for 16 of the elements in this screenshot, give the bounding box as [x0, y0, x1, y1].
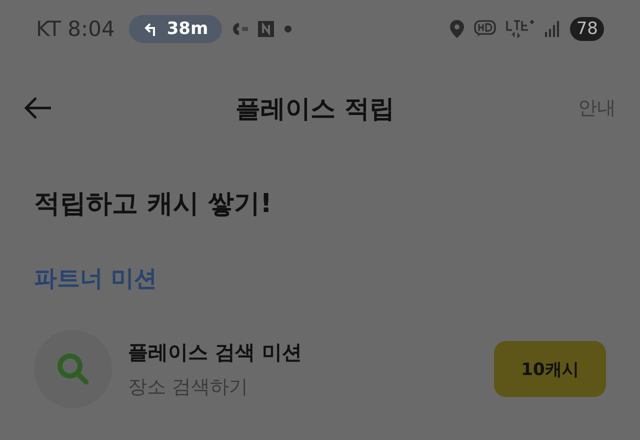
navigation-chip[interactable]: 38m — [128, 15, 222, 43]
battery-indicator: 78 — [570, 17, 604, 41]
mission-title: 플레이스 검색 미션 — [128, 338, 303, 366]
hd-voice-icon — [474, 20, 496, 38]
signal-icon — [544, 21, 560, 37]
location-pin-icon — [450, 20, 464, 38]
page-title: 플레이스 적립 — [234, 92, 396, 124]
app-icon — [258, 21, 274, 37]
section-title: 파트너 미션 — [33, 265, 158, 294]
carrier-time: KT 8:04 — [36, 17, 115, 41]
lte-icon — [506, 19, 534, 39]
headline: 적립하고 캐시 쌓기! — [33, 188, 273, 221]
app-icon — [232, 22, 248, 36]
dot-icon — [284, 25, 292, 33]
back-arrow-icon[interactable] — [24, 96, 52, 120]
reward-button[interactable]: 10캐시 — [494, 341, 606, 397]
